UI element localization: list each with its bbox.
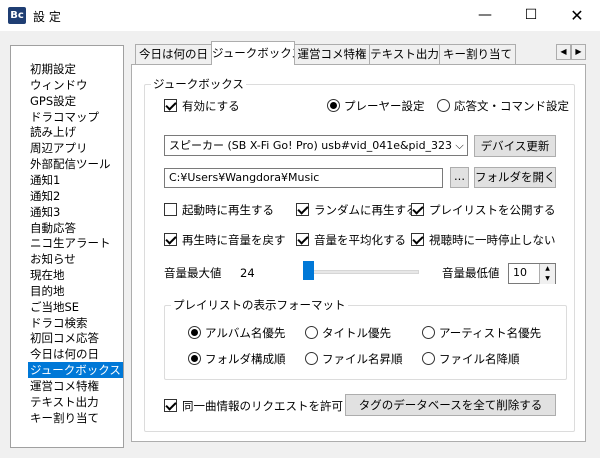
enable-label: 有効にする	[182, 99, 240, 113]
browse-folder-button[interactable]: ...	[450, 167, 469, 188]
spin-up-icon[interactable]: ▲	[539, 264, 555, 274]
spin-down-icon[interactable]: ▼	[539, 274, 555, 284]
tab-today[interactable]: 今日は何の日	[135, 44, 212, 64]
music-folder-input[interactable]: C:¥Users¥Wangdora¥Music	[164, 168, 443, 188]
tab-operator-comment[interactable]: 運営コメ特権	[294, 44, 370, 64]
allow-duplicate-request-checkbox[interactable]	[164, 399, 177, 412]
sidebar-item[interactable]: ご当地SE	[28, 299, 81, 315]
response-settings-label: 応答文・コマンド設定	[454, 99, 569, 113]
sidebar-item[interactable]: 通知3	[28, 204, 62, 220]
max-volume-value: 24	[240, 266, 255, 280]
tab-scroll-right-button[interactable]: ▶	[571, 44, 586, 60]
random-play-checkbox[interactable]	[296, 203, 309, 216]
response-settings-radio[interactable]	[437, 99, 450, 112]
delete-tag-database-button[interactable]: タグのデータベースを全て削除する	[345, 394, 556, 416]
min-volume-value: 10	[513, 266, 527, 279]
publish-playlist-label: プレイリストを公開する	[429, 203, 556, 217]
tab-scroll-left-button[interactable]: ◀	[556, 44, 571, 60]
min-volume-label: 音量最低値	[442, 266, 500, 280]
max-volume-slider-thumb[interactable]	[303, 261, 314, 280]
music-folder-path: C:¥Users¥Wangdora¥Music	[169, 171, 320, 184]
sidebar-item[interactable]: 通知1	[28, 172, 62, 188]
no-pause-on-view-label: 視聴時に一時停止しない	[429, 233, 556, 247]
filename-asc-label: ファイル名昇順	[322, 352, 403, 366]
sidebar-item[interactable]: 周辺アプリ	[28, 140, 90, 156]
device-update-button[interactable]: デバイス更新	[474, 135, 556, 157]
enable-checkbox[interactable]	[164, 99, 177, 112]
sidebar-item[interactable]: GPS設定	[28, 93, 78, 109]
filename-asc-radio[interactable]	[305, 352, 318, 365]
filename-desc-radio[interactable]	[422, 352, 435, 365]
max-volume-label: 音量最大値	[164, 266, 222, 280]
sidebar-item[interactable]: 読み上げ	[28, 124, 78, 140]
title-priority-radio[interactable]	[305, 326, 318, 339]
allow-duplicate-request-label: 同一曲情報のリクエストを許可	[182, 399, 343, 413]
tab-jukebox[interactable]: ジュークボックス	[211, 41, 295, 65]
audio-device-value: スピーカー (SB X-Fi Go! Pro) usb#vid_041e&pid…	[169, 139, 468, 152]
folder-order-label: フォルダ構成順	[205, 352, 286, 366]
title-priority-label: タイトル優先	[322, 326, 391, 340]
sidebar-item[interactable]: 自動応答	[28, 220, 78, 236]
sidebar-item[interactable]: 今日は何の日	[28, 346, 101, 362]
sidebar-item[interactable]: 通知2	[28, 188, 62, 204]
sidebar-item[interactable]: テキスト出力	[28, 394, 101, 410]
max-volume-slider-track[interactable]	[303, 270, 419, 274]
sidebar-item[interactable]: 現在地	[28, 267, 67, 283]
sidebar-item[interactable]: ドラコマップ	[28, 109, 101, 125]
sidebar-item[interactable]: 運営コメ特権	[28, 378, 101, 394]
sidebar-item[interactable]: ジュークボックス	[28, 362, 123, 378]
normalize-volume-checkbox[interactable]	[296, 233, 309, 246]
publish-playlist-checkbox[interactable]	[411, 203, 424, 216]
close-button[interactable]: ✕	[554, 0, 600, 31]
sidebar-item[interactable]: ニコ生アラート	[28, 235, 113, 251]
restore-volume-checkbox[interactable]	[164, 233, 177, 246]
no-pause-on-view-checkbox[interactable]	[411, 233, 424, 246]
tab-text-output[interactable]: テキスト出力	[369, 44, 440, 64]
folder-order-radio[interactable]	[188, 352, 201, 365]
app-icon: Bc	[8, 7, 26, 24]
artist-priority-radio[interactable]	[422, 326, 435, 339]
sidebar-item[interactable]: 初回コメ応答	[28, 330, 101, 346]
tab-key-assign[interactable]: キー割り当て	[439, 44, 516, 64]
restore-volume-label: 再生時に音量を戻す	[182, 233, 286, 247]
playlist-format-title: プレイリストの表示フォーマット	[173, 298, 346, 312]
album-priority-label: アルバム名優先	[205, 326, 286, 340]
window-title: 設 定	[33, 10, 61, 24]
audio-device-combo[interactable]: スピーカー (SB X-Fi Go! Pro) usb#vid_041e&pid…	[164, 135, 468, 156]
random-play-label: ランダムに再生する	[314, 203, 418, 217]
play-on-startup-label: 起動時に再生する	[182, 203, 274, 217]
open-folder-button[interactable]: フォルダを開く	[474, 167, 556, 188]
sidebar-item[interactable]: キー割り当て	[28, 410, 101, 426]
normalize-volume-label: 音量を平均化する	[314, 233, 406, 247]
album-priority-radio[interactable]	[188, 326, 201, 339]
sidebar-item[interactable]: 目的地	[28, 283, 67, 299]
sidebar-item[interactable]: 外部配信ツール	[28, 156, 113, 172]
sidebar-item[interactable]: ドラコ検索	[28, 315, 90, 331]
sidebar-item[interactable]: ウィンドウ	[28, 77, 90, 93]
sidebar-item[interactable]: 初期設定	[28, 61, 78, 77]
sidebar-item[interactable]: お知らせ	[28, 251, 78, 267]
maximize-button[interactable]: ☐	[508, 0, 554, 31]
minimize-button[interactable]: —	[462, 0, 508, 31]
player-settings-label: プレーヤー設定	[344, 99, 425, 113]
jukebox-group-title: ジュークボックス	[153, 77, 244, 91]
player-settings-radio[interactable]	[327, 99, 340, 112]
settings-category-list[interactable]: 初期設定 ウィンドウ GPS設定 ドラコマップ 読み上げ 周辺アプリ 外部配信ツール 通知1 通…	[10, 45, 124, 448]
artist-priority-label: アーティスト名優先	[439, 326, 542, 340]
play-on-startup-checkbox[interactable]	[164, 203, 177, 216]
combo-dropdown-icon[interactable]: ⌵	[452, 136, 467, 155]
filename-desc-label: ファイル名降順	[439, 352, 520, 366]
